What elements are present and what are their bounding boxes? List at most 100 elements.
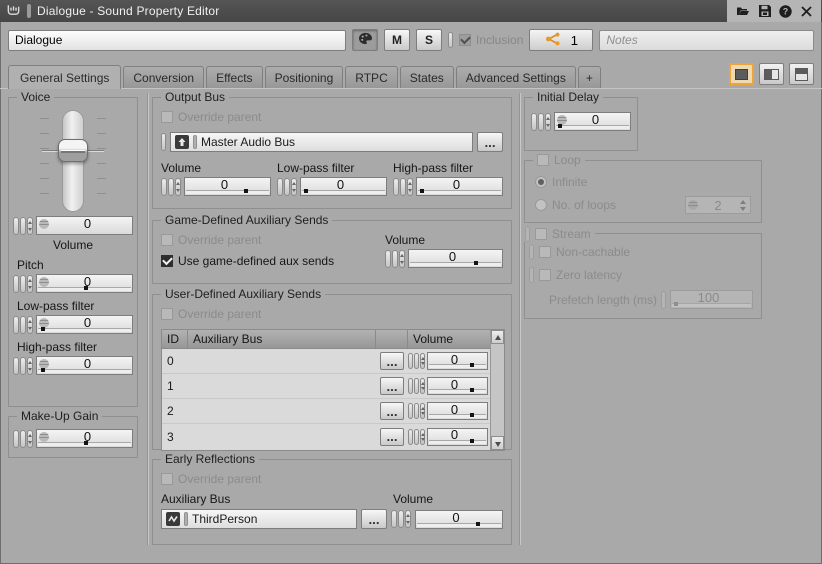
row-browse-button[interactable]: ...	[380, 377, 404, 395]
layout-split-horizontal-button[interactable]	[789, 63, 814, 85]
output-volume-rtpc-pills[interactable]	[161, 178, 181, 196]
toolbar: M S Inclusion 1	[0, 22, 822, 58]
row-volume-field[interactable]: 0	[427, 428, 488, 446]
tab-positioning[interactable]: Positioning	[265, 66, 344, 88]
output-lowpass-field[interactable]: 0	[300, 177, 387, 196]
er-volume-rtpc-pills[interactable]	[391, 510, 411, 528]
solo-button[interactable]: S	[416, 29, 442, 51]
color-button[interactable]	[352, 29, 378, 51]
layout-single-button[interactable]	[729, 63, 754, 85]
row-volume-rtpc-pills[interactable]	[408, 353, 425, 369]
row-volume-rtpc-pills[interactable]	[408, 403, 425, 419]
mute-button[interactable]: M	[384, 29, 410, 51]
row-volume-field[interactable]: 0	[427, 352, 488, 370]
er-browse-button[interactable]: ...	[361, 509, 387, 529]
voice-pitch-rtpc-pills[interactable]	[13, 275, 33, 293]
output-highpass-rtpc-pills[interactable]	[393, 178, 413, 196]
tab-advanced-settings[interactable]: Advanced Settings	[456, 66, 576, 88]
game-aux-volume-rtpc-pills[interactable]	[385, 250, 405, 268]
randomizer-icon[interactable]	[39, 277, 49, 287]
output-highpass-field[interactable]: 0	[416, 177, 503, 196]
notes-input[interactable]	[599, 30, 814, 51]
tab-add[interactable]: +	[578, 66, 601, 88]
voice-volume-rtpc-pills[interactable]	[13, 217, 33, 235]
close-icon[interactable]	[801, 6, 812, 17]
num-loops-radio	[535, 199, 547, 211]
randomizer-icon[interactable]	[39, 219, 49, 229]
voice-volume-field[interactable]: 0	[36, 216, 133, 235]
fader-handle[interactable]	[58, 139, 88, 162]
col-browse-header[interactable]	[376, 330, 408, 348]
user-aux-table: ID Auxiliary Bus Volume 0 ... 0 1	[161, 329, 505, 451]
output-volume-label: Volume	[161, 161, 271, 175]
game-aux-volume-field[interactable]: 0	[408, 249, 503, 268]
scroll-up-icon[interactable]	[491, 330, 504, 344]
er-aux-bus-field[interactable]: ThirdPerson	[161, 509, 357, 529]
row-browse-button[interactable]: ...	[380, 352, 404, 370]
tab-rtpc[interactable]: RTPC	[345, 66, 397, 88]
table-scrollbar[interactable]	[490, 330, 504, 450]
row-browse-button[interactable]: ...	[380, 402, 404, 420]
row-volume-rtpc-pills[interactable]	[408, 378, 425, 394]
tab-effects[interactable]: Effects	[206, 66, 262, 88]
use-game-aux-checkbox[interactable]	[161, 255, 173, 267]
references-button[interactable]: 1	[529, 29, 593, 51]
randomizer-icon[interactable]	[39, 359, 49, 369]
tab-states[interactable]: States	[400, 66, 454, 88]
initial-delay-field[interactable]: 0	[554, 112, 631, 131]
initial-delay-rtpc-pills[interactable]	[531, 113, 551, 131]
output-bus-browse-button[interactable]: ...	[477, 132, 503, 152]
scroll-down-icon[interactable]	[491, 436, 504, 450]
layout-split-vertical-button[interactable]	[759, 63, 784, 85]
voice-pitch-field[interactable]: 0	[36, 274, 133, 293]
randomizer-icon	[688, 200, 698, 210]
output-volume-field[interactable]: 0	[184, 177, 271, 196]
row-volume-field[interactable]: 0	[427, 377, 488, 395]
help-icon[interactable]: ?	[779, 5, 792, 18]
output-bus-link-pill[interactable]	[161, 133, 166, 151]
randomizer-icon[interactable]	[557, 115, 567, 125]
save-icon[interactable]	[759, 5, 771, 17]
voice-highpass-rtpc-pills[interactable]	[13, 357, 33, 375]
row-browse-button[interactable]: ...	[380, 428, 404, 446]
user-aux-row-2[interactable]: 2 ... 0	[162, 399, 504, 424]
row-volume-rtpc-pills[interactable]	[408, 429, 425, 445]
voice-lowpass-label: Low-pass filter	[17, 299, 137, 313]
randomizer-icon[interactable]	[39, 318, 49, 328]
column-divider-right	[519, 93, 520, 545]
titlebar-grip	[27, 4, 31, 18]
voice-lowpass-field[interactable]: 0	[36, 315, 133, 334]
inclusion-checkbox	[459, 34, 471, 46]
user-aux-row-1[interactable]: 1 ... 0	[162, 374, 504, 399]
er-bus-label: Auxiliary Bus	[161, 492, 393, 506]
tab-general-settings[interactable]: General Settings	[8, 65, 121, 89]
object-name-input[interactable]	[8, 30, 346, 51]
single-pane-icon	[735, 69, 748, 80]
output-bus-group: Output Bus Override parent Master Audio …	[152, 97, 512, 209]
makeup-gain-rtpc-pills[interactable]	[13, 430, 33, 448]
zero-latency-link-pill	[529, 267, 534, 283]
early-reflections-title: Early Reflections	[161, 452, 259, 466]
voice-lowpass-rtpc-pills[interactable]	[13, 316, 33, 334]
inclusion-link-pill	[448, 32, 453, 48]
tab-conversion[interactable]: Conversion	[123, 66, 204, 88]
randomizer-icon[interactable]	[39, 432, 49, 442]
row-volume-field[interactable]: 0	[427, 402, 488, 420]
voice-highpass-label: High-pass filter	[17, 340, 137, 354]
svg-text:?: ?	[783, 6, 789, 16]
col-bus-header[interactable]: Auxiliary Bus	[188, 330, 376, 348]
split-horizontal-icon	[795, 68, 808, 81]
open-icon[interactable]	[736, 5, 750, 17]
col-volume-header[interactable]: Volume	[408, 330, 490, 348]
voice-highpass-field[interactable]: 0	[36, 356, 133, 375]
makeup-gain-field[interactable]: 0	[36, 429, 133, 448]
col-id-header[interactable]: ID	[162, 330, 188, 348]
user-aux-row-0[interactable]: 0 ... 0	[162, 349, 504, 374]
general-settings-panel: Voice 0 Volume Pitch 0 Low-pass filt	[0, 88, 822, 564]
infinite-label: Infinite	[552, 175, 587, 189]
user-aux-row-3[interactable]: 3 ... 0	[162, 424, 504, 449]
output-bus-field[interactable]: Master Audio Bus	[170, 132, 473, 152]
user-aux-title: User-Defined Auxiliary Sends	[161, 287, 325, 301]
er-volume-field[interactable]: 0	[415, 510, 503, 529]
output-lowpass-rtpc-pills[interactable]	[277, 178, 297, 196]
